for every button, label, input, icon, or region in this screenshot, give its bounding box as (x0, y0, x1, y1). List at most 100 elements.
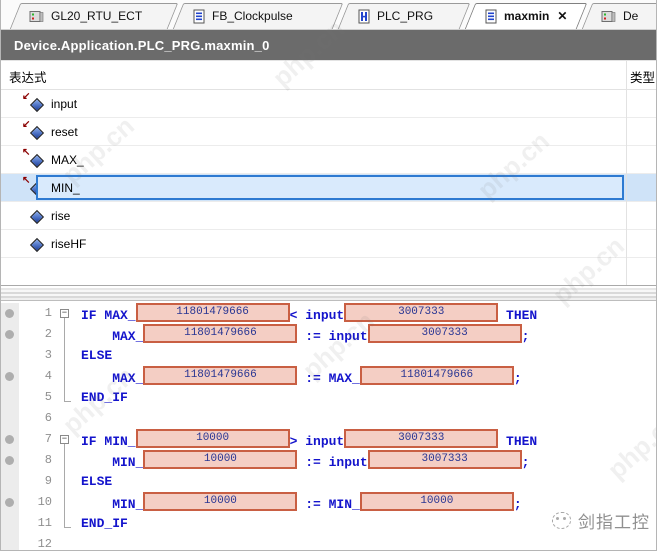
code-text[interactable]: ELSE (73, 471, 656, 492)
watch-row-max_[interactable]: ↖MAX_ (1, 146, 656, 174)
code-token: MAX_ (81, 371, 143, 386)
code-token: ; (514, 497, 522, 512)
pane-splitter[interactable] (1, 285, 656, 300)
monitor-value-box[interactable]: 3007333 (344, 429, 498, 448)
breakpoint-margin[interactable] (1, 303, 19, 324)
device-icon (29, 9, 45, 24)
tab-plc_prg[interactable]: PLC_PRG (343, 3, 465, 29)
tab-gl20_rtu_ect[interactable]: GL20_RTU_ECT (15, 3, 173, 29)
code-line-6[interactable]: 6 (1, 408, 656, 429)
fold-margin[interactable]: − (57, 429, 73, 450)
code-text[interactable]: IF MIN_10000> input3007333 THEN (73, 429, 656, 450)
column-header-type[interactable]: 类型 (630, 67, 655, 86)
breakpoint-margin[interactable] (1, 387, 19, 408)
fold-margin[interactable] (57, 345, 73, 366)
brand-logo-icon (552, 512, 571, 529)
tab-fb_clockpulse[interactable]: FB_Clockpulse (178, 3, 338, 29)
device-icon (601, 9, 617, 24)
line-number: 3 (19, 345, 57, 366)
breakpoint-slot-icon[interactable] (5, 309, 14, 318)
fold-margin[interactable] (57, 408, 73, 429)
fold-margin[interactable] (57, 324, 73, 345)
code-line-1[interactable]: 1−IF MAX_11801479666< input3007333 THEN (1, 303, 656, 324)
breakpoint-margin[interactable] (1, 471, 19, 492)
expression-cell-editor[interactable] (36, 175, 624, 200)
breakpoint-margin[interactable] (1, 429, 19, 450)
code-token: END_IF (81, 516, 128, 531)
tab-de[interactable]: De (587, 3, 656, 29)
code-token: := MIN_ (297, 497, 359, 512)
fold-minus-icon[interactable]: − (60, 309, 69, 318)
breakpoint-slot-icon[interactable] (5, 456, 14, 465)
code-token: ; (514, 371, 522, 386)
watch-row-min_[interactable]: ↖MIN_ (1, 174, 656, 202)
code-line-4[interactable]: 4 MAX_11801479666 := MAX_11801479666; (1, 366, 656, 387)
watch-row-risehf[interactable]: riseHF (1, 230, 656, 258)
code-line-8[interactable]: 8 MIN_10000 := input3007333; (1, 450, 656, 471)
code-text[interactable]: ELSE (73, 345, 656, 366)
tab-close-icon[interactable]: ✕ (557, 10, 567, 22)
code-text[interactable]: MIN_10000 := input3007333; (73, 450, 656, 471)
fold-line (64, 471, 65, 492)
fold-margin[interactable] (57, 513, 73, 534)
code-text[interactable] (73, 408, 656, 429)
code-token: := input (297, 329, 367, 344)
breakpoint-slot-icon[interactable] (5, 372, 14, 381)
column-divider[interactable] (626, 61, 627, 285)
document-icon (192, 9, 206, 24)
monitor-value-box[interactable]: 10000 (136, 429, 290, 448)
line-number: 5 (19, 387, 57, 408)
code-line-5[interactable]: 5 END_IF (1, 387, 656, 408)
breakpoint-margin[interactable] (1, 324, 19, 345)
code-line-12[interactable]: 12 (1, 534, 656, 551)
monitor-value-box[interactable]: 3007333 (368, 324, 522, 343)
fold-line (64, 324, 65, 345)
monitor-value-box[interactable]: 11801479666 (143, 366, 297, 385)
code-line-2[interactable]: 2 MAX_11801479666 := input3007333; (1, 324, 656, 345)
fold-margin[interactable] (57, 387, 73, 408)
fold-line (64, 345, 65, 366)
fold-line-end (64, 513, 71, 528)
fold-margin[interactable] (57, 471, 73, 492)
fold-margin[interactable] (57, 366, 73, 387)
breakpoint-slot-icon[interactable] (5, 435, 14, 444)
code-text[interactable]: END_IF (73, 387, 656, 408)
watch-row-rise[interactable]: rise (1, 202, 656, 230)
code-text[interactable]: MAX_11801479666 := input3007333; (73, 324, 656, 345)
fold-minus-icon[interactable]: − (60, 435, 69, 444)
monitor-value-box[interactable]: 3007333 (368, 450, 522, 469)
breakpoint-margin[interactable] (1, 534, 19, 551)
code-line-3[interactable]: 3 ELSE (1, 345, 656, 366)
fold-margin[interactable]: − (57, 303, 73, 324)
column-header-expression[interactable]: 表达式 (9, 67, 47, 86)
breakpoint-margin[interactable] (1, 513, 19, 534)
breakpoint-margin[interactable] (1, 366, 19, 387)
code-text[interactable]: MAX_11801479666 := MAX_11801479666; (73, 366, 656, 387)
monitor-value-box[interactable]: 10000 (360, 492, 514, 511)
code-line-9[interactable]: 9ELSE (1, 471, 656, 492)
breakpoint-margin[interactable] (1, 345, 19, 366)
code-line-7[interactable]: 7−IF MIN_10000> input3007333 THEN (1, 429, 656, 450)
tab-maxmin[interactable]: maxmin✕ (470, 3, 582, 29)
breakpoint-margin[interactable] (1, 492, 19, 513)
code-text[interactable]: IF MAX_11801479666< input3007333 THEN (73, 303, 656, 324)
monitor-value-box[interactable]: 11801479666 (143, 324, 297, 343)
monitor-value-box[interactable]: 11801479666 (360, 366, 514, 385)
monitor-value-box[interactable]: 11801479666 (136, 303, 290, 322)
breakpoint-margin[interactable] (1, 450, 19, 471)
breakpoint-slot-icon[interactable] (5, 498, 14, 507)
monitor-value-box[interactable]: 10000 (143, 492, 297, 511)
breakpoint-slot-icon[interactable] (5, 330, 14, 339)
monitor-value-box[interactable]: 3007333 (344, 303, 498, 322)
fold-margin[interactable] (57, 534, 73, 551)
fold-margin[interactable] (57, 492, 73, 513)
tab-label: FB_Clockpulse (212, 9, 293, 23)
watch-row-input[interactable]: ↙input (1, 90, 656, 118)
code-token: MAX_ (81, 329, 143, 344)
code-text[interactable] (73, 534, 656, 551)
watch-row-reset[interactable]: ↙reset (1, 118, 656, 146)
breakpoint-margin[interactable] (1, 408, 19, 429)
fold-margin[interactable] (57, 450, 73, 471)
fold-line (64, 366, 65, 387)
monitor-value-box[interactable]: 10000 (143, 450, 297, 469)
